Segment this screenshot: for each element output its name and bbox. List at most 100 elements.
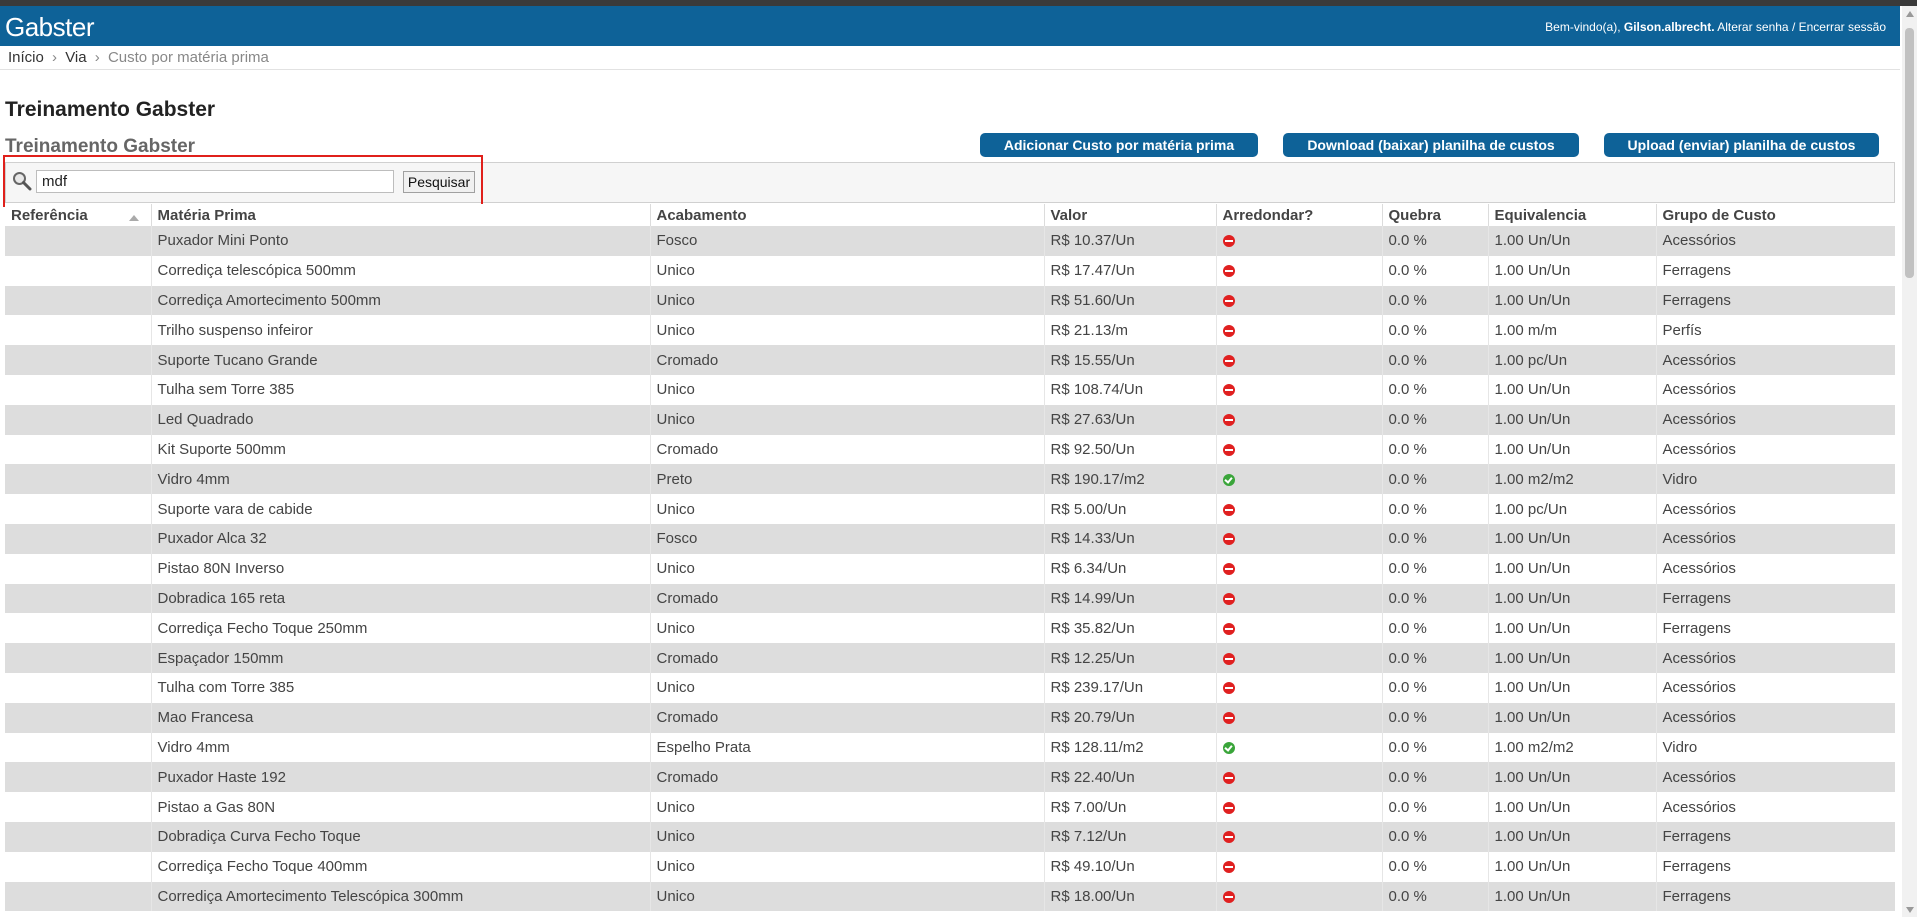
cell-finish: Unico (649, 494, 1044, 524)
cell-reference (5, 315, 151, 346)
cell-finish: Fosco (649, 226, 1044, 256)
page-scrollbar[interactable] (1902, 6, 1917, 917)
cell-equivalence: 1.00 Un/Un (1487, 226, 1656, 256)
page-title: Treinamento Gabster (5, 98, 216, 121)
cell-equivalence: 1.00 m2/m2 (1487, 732, 1656, 763)
change-password-link[interactable]: Alterar senha (1715, 20, 1788, 34)
cell-finish: Unico (649, 792, 1044, 822)
cell-equivalence: 1.00 Un/Un (1487, 851, 1656, 882)
column-header-equivalence[interactable]: Equivalencia (1487, 204, 1656, 226)
column-header-waste[interactable]: Quebra (1381, 204, 1488, 226)
cell-waste: 0.0 % (1381, 702, 1488, 733)
cell-finish: Unico (649, 374, 1044, 405)
column-header-value[interactable]: Valor (1043, 204, 1216, 226)
cell-finish: Unico (649, 255, 1044, 286)
add-cost-button[interactable]: Adicionar Custo por matéria prima (980, 133, 1258, 157)
table-row[interactable]: Tulha com Torre 385 Unico R$ 239.17/Un 0.0 … (5, 672, 1895, 703)
table-row[interactable]: Suporte Tucano Grande Cromado R$ 15.55/Un 0… (5, 345, 1895, 375)
cell-cost-group: Ferragens (1655, 285, 1895, 316)
column-header-reference[interactable]: Referência (5, 204, 151, 226)
table-row[interactable]: Kit Suporte 500mm Cromado R$ 92.50/Un 0.0 %… (5, 434, 1895, 465)
table-row[interactable]: Pistao 80N Inverso Unico R$ 6.34/Un 0.0 % 1.… (5, 553, 1895, 584)
cell-value: R$ 7.00/Un (1043, 792, 1216, 822)
cell-material: Led Quadrado (150, 404, 650, 435)
cell-equivalence: 1.00 Un/Un (1487, 792, 1656, 822)
gabster-logo[interactable]: Gabster (5, 12, 95, 43)
table-row[interactable]: Trilho suspenso infeiror Unico R$ 21.13/m 0… (5, 315, 1895, 346)
cell-value: R$ 5.00/Un (1043, 494, 1216, 524)
column-header-round[interactable]: Arredondar? (1215, 204, 1382, 226)
table-row[interactable]: Corrediça Fecho Toque 400mm Unico R$ 49.10… (5, 851, 1895, 882)
table-row[interactable]: Tulha sem Torre 385 Unico R$ 108.74/Un 0.0 … (5, 374, 1895, 405)
cell-finish: Unico (649, 285, 1044, 316)
column-header-finish[interactable]: Acabamento (649, 204, 1044, 226)
cell-reference (5, 255, 151, 286)
cell-equivalence: 1.00 Un/Un (1487, 374, 1656, 405)
table-row[interactable]: Corrediça telescópica 500mm Unico R$ 17.47… (5, 255, 1895, 286)
cell-cost-group: Ferragens (1655, 613, 1895, 644)
no-entry-icon (1222, 682, 1235, 695)
breadcrumb-home[interactable]: Início (8, 49, 44, 66)
no-entry-icon (1222, 592, 1235, 605)
no-entry-icon (1222, 861, 1235, 874)
cell-reference (5, 732, 151, 763)
upload-spreadsheet-button[interactable]: Upload (enviar) planilha de custos (1604, 133, 1879, 157)
cell-cost-group: Acessórios (1655, 523, 1895, 554)
cell-waste: 0.0 % (1381, 732, 1488, 763)
breadcrumb-via[interactable]: Via (65, 49, 86, 66)
table-row[interactable]: Mao Francesa Cromado R$ 20.79/Un 0.0 % 1.00 … (5, 702, 1895, 733)
cell-round (1215, 226, 1382, 256)
table-row[interactable]: Corrediça Amortecimento 500mm Unico R$ 51.… (5, 285, 1895, 316)
table-row[interactable]: Dobradica 165 reta Cromado R$ 14.99/Un 0.0 … (5, 583, 1895, 614)
scroll-thumb[interactable] (1905, 28, 1914, 278)
table-row[interactable]: Puxador Mini Ponto Fosco R$ 10.37/Un 0.0 % 1… (5, 226, 1895, 256)
table-row[interactable]: Puxador Haste 192 Cromado R$ 22.40/Un 0.0 %… (5, 762, 1895, 793)
table-row[interactable]: Pistao a Gas 80N Unico R$ 7.00/Un 0.0 % 1.00… (5, 792, 1895, 822)
table-row[interactable]: Suporte vara de cabide Unico R$ 5.00/Un 0.0… (5, 494, 1895, 524)
cell-equivalence: 1.00 Un/Un (1487, 881, 1656, 912)
no-entry-icon (1222, 414, 1235, 427)
table-row[interactable]: Corrediça Fecho Toque 250mm Unico R$ 35.82… (5, 613, 1895, 644)
cell-round (1215, 494, 1382, 524)
cell-round (1215, 345, 1382, 375)
cell-cost-group: Ferragens (1655, 821, 1895, 852)
cell-material: Corrediça Amortecimento Telescópica 300m… (150, 881, 650, 912)
column-header-cost-group[interactable]: Grupo de Custo (1655, 204, 1895, 226)
cell-value: R$ 18.00/Un (1043, 881, 1216, 912)
cell-value: R$ 27.63/Un (1043, 404, 1216, 435)
cell-material: Dobradiça Curva Fecho Toque (150, 821, 650, 852)
cell-reference (5, 523, 151, 554)
cell-cost-group: Perfís (1655, 315, 1895, 346)
table-row[interactable]: Vidro 4mm Espelho Prata R$ 128.11/m2 0.0 % 1… (5, 732, 1895, 763)
cell-waste: 0.0 % (1381, 434, 1488, 465)
cell-value: R$ 6.34/Un (1043, 553, 1216, 584)
cell-material: Tulha sem Torre 385 (150, 374, 650, 405)
sort-asc-icon[interactable] (128, 214, 139, 221)
download-spreadsheet-button[interactable]: Download (baixar) planilha de custos (1283, 133, 1579, 157)
table-row[interactable]: Espaçador 150mm Cromado R$ 12.25/Un 0.0 % 1.… (5, 643, 1895, 673)
cell-round (1215, 762, 1382, 793)
cell-cost-group: Acessórios (1655, 762, 1895, 793)
cell-waste: 0.0 % (1381, 792, 1488, 822)
table-row[interactable]: Corrediça Amortecimento Telescópica 300m… (5, 881, 1895, 912)
check-circle-icon (1222, 473, 1235, 486)
cell-waste: 0.0 % (1381, 315, 1488, 346)
no-entry-icon (1222, 444, 1235, 456)
cell-finish: Preto (649, 464, 1044, 495)
cell-round (1215, 672, 1382, 703)
table-row[interactable]: Led Quadrado Unico R$ 27.63/Un 0.0 % 1.00 Un… (5, 404, 1895, 435)
table-row[interactable]: Vidro 4mm Preto R$ 190.17/m2 0.0 % 1.00 m2/m… (5, 464, 1895, 495)
cell-cost-group: Vidro (1655, 464, 1895, 495)
logout-link[interactable]: Encerrar sessão (1799, 20, 1886, 34)
column-header-material[interactable]: Matéria Prima (150, 204, 650, 226)
cell-equivalence: 1.00 Un/Un (1487, 643, 1656, 673)
cell-value: R$ 22.40/Un (1043, 762, 1216, 793)
table-row[interactable]: Puxador Alca 32 Fosco R$ 14.33/Un 0.0 % 1.00… (5, 523, 1895, 554)
cell-equivalence: 1.00 Un/Un (1487, 672, 1656, 703)
breadcrumb: Início › Via › Custo por matéria prima (0, 46, 1900, 70)
cell-equivalence: 1.00 Un/Un (1487, 613, 1656, 644)
table-row[interactable]: Dobradiça Curva Fecho Toque Unico R$ 7.12/… (5, 821, 1895, 852)
no-entry-icon (1222, 295, 1235, 308)
scroll-down-icon[interactable] (1906, 907, 1914, 913)
scroll-up-icon[interactable] (1906, 11, 1914, 17)
